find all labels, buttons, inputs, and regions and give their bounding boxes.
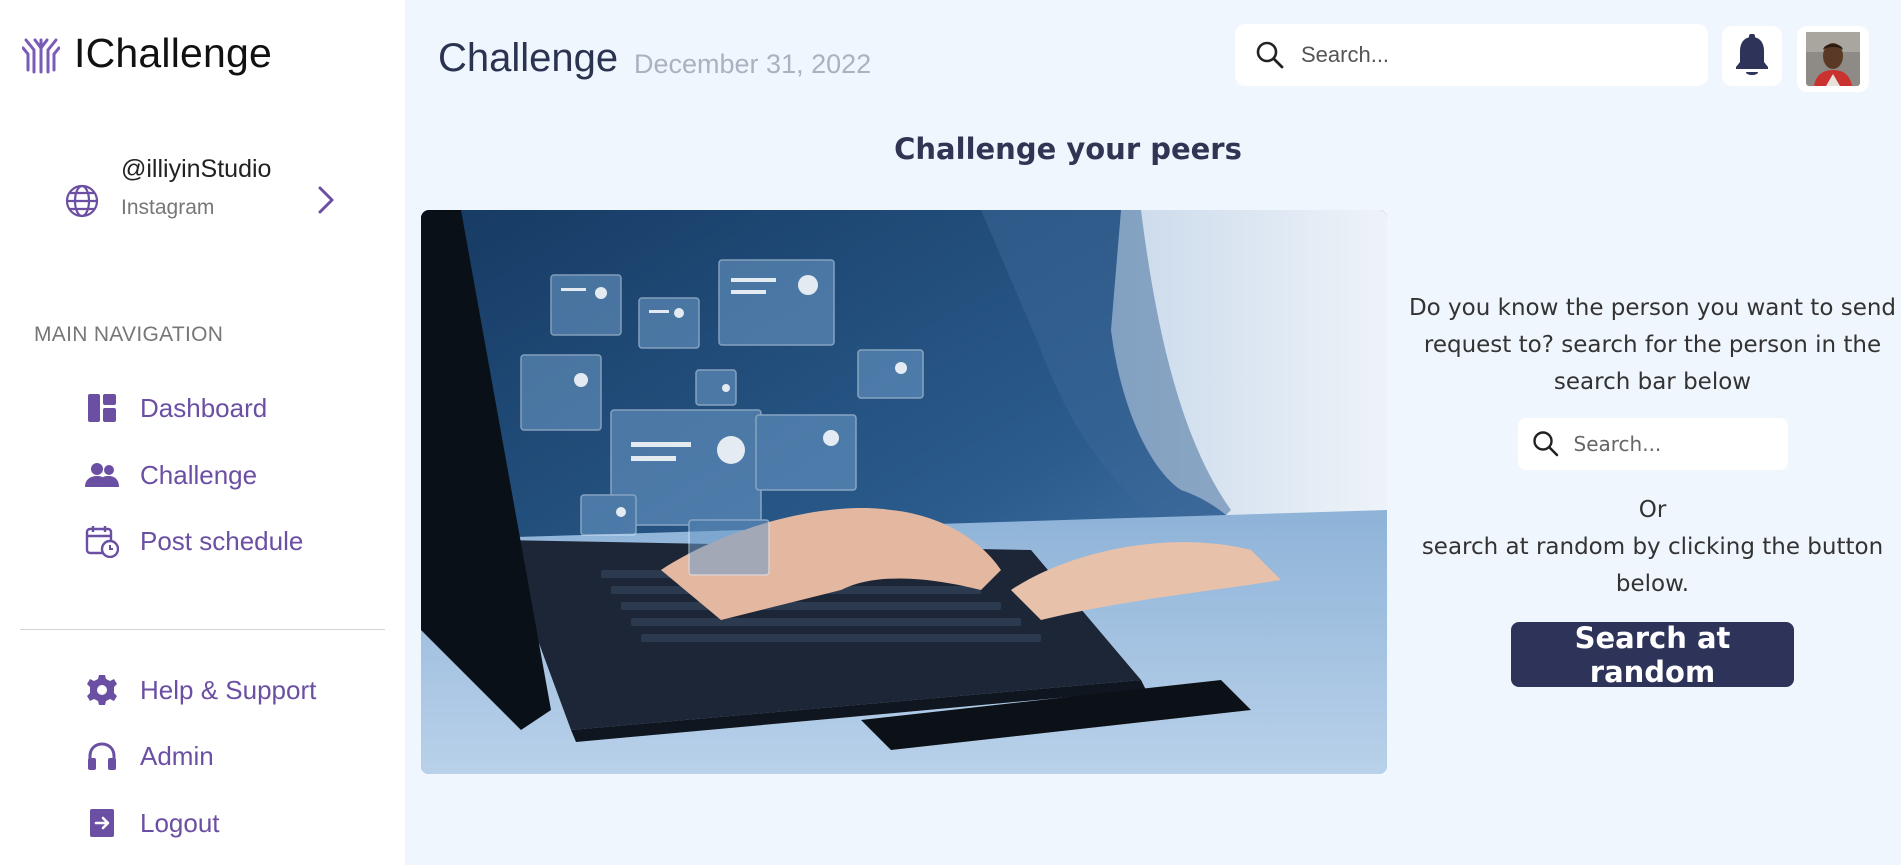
- top-search-input[interactable]: [1301, 42, 1681, 68]
- notifications-button[interactable]: [1722, 26, 1782, 86]
- sidebar-item-label: Post schedule: [140, 525, 304, 556]
- search-panel: Do you know the person you want to send …: [1405, 290, 1900, 689]
- people-icon: [84, 457, 120, 493]
- sidebar-item-label: Help & Support: [140, 674, 317, 705]
- sidebar-item-help-support[interactable]: Help & Support: [84, 672, 316, 708]
- sidebar-item-logout[interactable]: Logout: [84, 805, 220, 841]
- page-title: Challenge: [438, 36, 619, 80]
- sidebar-divider: [20, 629, 385, 630]
- sidebar-item-dashboard[interactable]: Dashboard: [84, 390, 267, 426]
- hero-image: [421, 210, 1387, 774]
- chevron-right-icon[interactable]: [314, 184, 338, 216]
- brand-logo-icon: [22, 38, 60, 73]
- section-title-wrapper: Challenge your peers: [0, 132, 1901, 166]
- random-search-text: search at random by clicking the button …: [1421, 534, 1884, 597]
- section-title: Challenge your peers: [894, 132, 1242, 166]
- calendar-clock-icon: [84, 523, 120, 559]
- logout-icon: [84, 805, 120, 841]
- search-icon: [1532, 431, 1558, 457]
- bell-icon: [1736, 34, 1768, 75]
- sidebar-item-label: Challenge: [140, 459, 258, 490]
- sidebar-item-challenge[interactable]: Challenge: [84, 457, 257, 493]
- account-platform: Instagram: [121, 196, 215, 219]
- sidebar-item-label: Admin: [140, 740, 214, 771]
- sidebar-item-label: Dashboard: [140, 392, 268, 423]
- sidebar-item-post-schedule[interactable]: Post schedule: [84, 523, 303, 559]
- sidebar-item-admin[interactable]: Admin: [84, 738, 214, 774]
- search-at-random-button[interactable]: Search at random: [1511, 621, 1794, 689]
- sidebar: IChallenge @illiyinStudio Instagram MAIN…: [0, 0, 405, 865]
- nav-heading: MAIN NAVIGATION: [34, 323, 224, 346]
- search-intro-text: Do you know the person you want to send …: [1408, 295, 1897, 395]
- or-label: Or: [1638, 497, 1667, 523]
- panel-search-bar[interactable]: [1517, 418, 1788, 470]
- page-date: December 31, 2022: [634, 49, 872, 79]
- user-avatar-image: [1806, 32, 1860, 86]
- gear-icon: [84, 672, 120, 708]
- top-search-bar[interactable]: [1235, 24, 1708, 86]
- panel-search-input[interactable]: [1573, 432, 1774, 456]
- brand-name: IChallenge: [74, 30, 273, 76]
- brand[interactable]: IChallenge: [22, 30, 272, 77]
- avatar[interactable]: [1797, 26, 1869, 92]
- dashboard-icon: [84, 390, 120, 426]
- headphones-icon: [84, 738, 120, 774]
- search-icon: [1256, 41, 1284, 69]
- sidebar-item-label: Logout: [140, 807, 220, 838]
- globe-icon: [65, 184, 99, 218]
